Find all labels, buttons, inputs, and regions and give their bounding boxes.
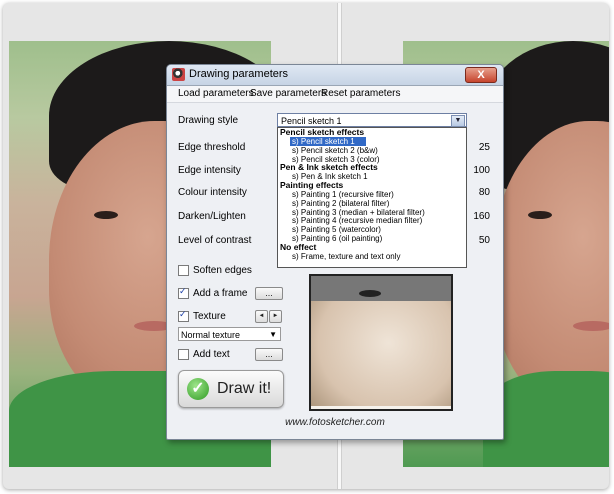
menu-save-parameters[interactable]: Save parameters bbox=[250, 88, 326, 99]
texture-selected: Normal texture bbox=[181, 330, 241, 340]
add-text-checkbox[interactable] bbox=[178, 349, 189, 360]
drawing-parameters-dialog: Drawing parameters X Load parameters Sav… bbox=[166, 64, 504, 440]
drawing-style-combobox[interactable]: Pencil sketch 1 ▼ bbox=[277, 113, 467, 127]
title-bar[interactable]: Drawing parameters X bbox=[167, 65, 503, 86]
colour-intensity-label: Colour intensity bbox=[178, 187, 247, 198]
app-icon bbox=[172, 68, 185, 81]
level-of-contrast-value: 50 bbox=[478, 235, 490, 246]
edge-intensity-value: 100 bbox=[473, 165, 490, 176]
preview-image bbox=[309, 274, 453, 411]
texture-prev-button[interactable]: ◄ bbox=[255, 310, 268, 323]
add-frame-label: Add a frame bbox=[193, 288, 248, 299]
text-options-button[interactable]: ... bbox=[255, 348, 283, 361]
dropdown-option[interactable]: s) Painting 2 (bilateral filter) bbox=[278, 199, 466, 208]
soften-edges-checkbox[interactable] bbox=[178, 265, 189, 276]
darken-lighten-value: 160 bbox=[473, 211, 490, 222]
texture-select[interactable]: Normal texture ▼ bbox=[178, 327, 281, 341]
check-icon: ✓ bbox=[187, 378, 209, 400]
dropdown-header: Painting effects bbox=[280, 180, 344, 191]
add-frame-checkbox[interactable] bbox=[178, 286, 189, 299]
darken-lighten-label: Darken/Lighten bbox=[178, 211, 246, 222]
edge-threshold-label: Edge threshold bbox=[178, 142, 246, 153]
frame-options-button[interactable]: ... bbox=[255, 287, 283, 300]
draw-it-label: Draw it! bbox=[217, 380, 272, 397]
draw-it-button[interactable]: ✓ Draw it! bbox=[178, 370, 284, 408]
level-of-contrast-label: Level of contrast bbox=[178, 235, 252, 246]
texture-checkbox[interactable] bbox=[178, 309, 189, 322]
drawing-style-label: Drawing style bbox=[178, 115, 239, 126]
dropdown-option[interactable]: s) Painting 1 (recursive filter) bbox=[278, 190, 466, 199]
texture-label: Texture bbox=[193, 311, 226, 322]
soften-edges-label: Soften edges bbox=[193, 265, 252, 276]
dropdown-option[interactable]: s) Pencil sketch 2 (b&w) bbox=[278, 146, 466, 155]
dropdown-arrow-icon[interactable]: ▼ bbox=[451, 115, 465, 127]
menu-bar: Load parameters Save parameters Reset pa… bbox=[167, 86, 503, 103]
edge-threshold-value: 25 bbox=[478, 142, 490, 153]
select-arrow-icon: ▼ bbox=[269, 330, 277, 339]
menu-load-parameters[interactable]: Load parameters bbox=[178, 88, 254, 99]
dropdown-header: Pen & Ink sketch effects bbox=[280, 162, 378, 173]
dropdown-option[interactable]: s) Painting 5 (watercolor) bbox=[278, 225, 466, 234]
window-title: Drawing parameters bbox=[189, 68, 289, 80]
dropdown-header: Pencil sketch effects bbox=[280, 127, 365, 137]
dropdown-header: No effect bbox=[280, 241, 317, 252]
dropdown-option-selected[interactable]: s) Pencil sketch 1 bbox=[290, 136, 366, 146]
dropdown-option[interactable]: s) Painting 3 (median + bilateral filter… bbox=[278, 208, 466, 217]
add-text-label: Add text bbox=[193, 349, 230, 360]
footer-url[interactable]: www.fotosketcher.com bbox=[167, 417, 503, 428]
dropdown-option[interactable]: s) Frame, texture and text only bbox=[278, 252, 466, 261]
texture-next-button[interactable]: ► bbox=[269, 310, 282, 323]
colour-intensity-value: 80 bbox=[478, 187, 490, 198]
drawing-style-selected: Pencil sketch 1 bbox=[281, 116, 342, 126]
drawing-style-dropdown-list: Pencil sketch effects s) Pencil sketch 1… bbox=[277, 127, 467, 268]
dropdown-option[interactable]: s) Painting 4 (recursive median filter) bbox=[278, 216, 466, 226]
edge-intensity-label: Edge intensity bbox=[178, 165, 241, 176]
menu-reset-parameters[interactable]: Reset parameters bbox=[321, 88, 400, 99]
close-button[interactable]: X bbox=[465, 67, 497, 83]
